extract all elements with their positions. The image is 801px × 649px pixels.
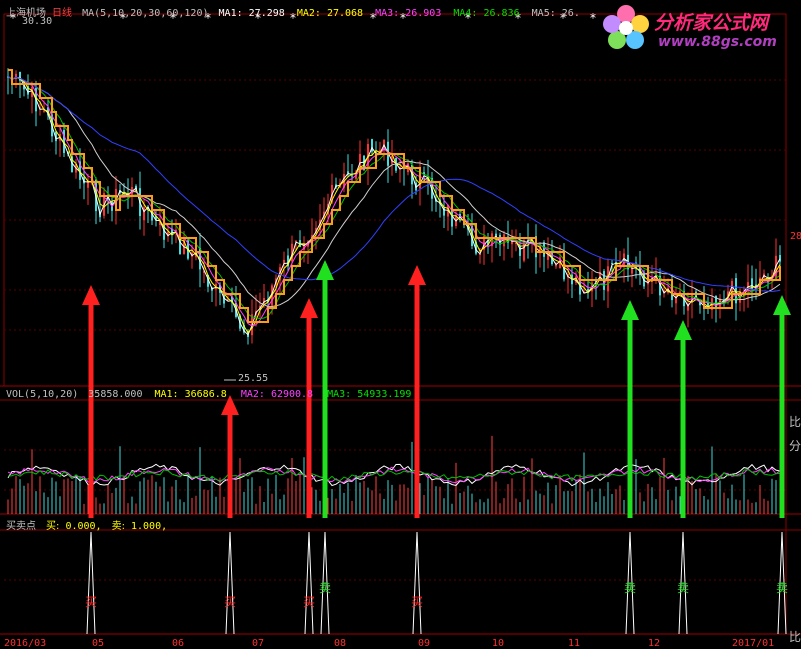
high-price-label: 30.30 [22, 16, 53, 27]
star-marker: * [590, 11, 596, 25]
watermark-url: www.88gs.com [658, 34, 777, 50]
signal-legend: 买卖点 买: 0.000, 卖: 1.000, [6, 517, 167, 532]
signal-sell-label: 卖: [111, 521, 125, 532]
ma5-value: 26. [561, 8, 580, 19]
buy-arrow-head [82, 285, 100, 305]
candle-body [347, 171, 349, 174]
buy-spike [225, 531, 235, 635]
sell-signal-label: 卖 [624, 581, 636, 595]
vol-ma1-name: MA1: [154, 389, 179, 400]
date-tick: 2016/03 [4, 638, 47, 649]
date-tick: 11 [568, 638, 581, 649]
buy-signal-label: 买 [303, 595, 315, 609]
period-label: 日线 [52, 8, 73, 19]
ma-label: MA(5,10,20,30,60,120) [82, 8, 209, 19]
vol-ma3-value: 54933.199 [357, 389, 412, 400]
ma4-name: MA4: [453, 8, 478, 19]
ma3-value: 26.903 [405, 8, 442, 19]
right-axis-label-2: 分 [789, 439, 801, 453]
buy-arrow-head [408, 265, 426, 285]
sell-signal-label: 卖 [776, 581, 788, 595]
date-tick: 06 [172, 638, 185, 649]
sell-signal-label: 卖 [677, 581, 689, 595]
candle-body [611, 262, 613, 264]
date-tick: 10 [492, 638, 505, 649]
right-edge-price-label: 28 [790, 231, 801, 242]
sell-arrow-head [773, 295, 791, 315]
candle-body [451, 209, 453, 227]
signal-buy-label: 买: [46, 521, 60, 532]
vol-label: VOL(5,10,20) [6, 389, 79, 400]
vol-ma3-name: MA3: [327, 389, 352, 400]
date-tick: 09 [418, 638, 431, 649]
low-price-label: 25.55 [238, 373, 269, 384]
price-legend: 上海机场 日线 MA(5,10,20,30,60,120) MA1: 27.29… [6, 4, 580, 19]
ma4-value: 26.836 [483, 8, 520, 19]
buy-arrow-head [300, 298, 318, 318]
watermark-site-name: 分析家公式网 [654, 12, 769, 34]
sell-arrow-head [621, 300, 639, 320]
buy-signal-label: 买 [85, 595, 97, 609]
candle-body [543, 242, 545, 257]
stock-chart[interactable]: * * * * * * * * * * * *买买买买卖卖卖卖 [0, 0, 801, 649]
ma2-value: 27.068 [326, 8, 364, 19]
candle-body [351, 175, 353, 177]
buy-spike [412, 531, 422, 635]
vol-ma2-value: 62900.8 [270, 389, 314, 400]
buy-signal-label: 买 [411, 595, 423, 609]
right-axis-label-1: 比 [789, 415, 801, 429]
ma1-value: 27.298 [248, 8, 285, 19]
signal-sell-value: 1.000, [131, 521, 168, 532]
sell-arrow-head [316, 260, 334, 280]
date-tick: 2017/01 [732, 638, 775, 649]
candle-body [43, 110, 45, 112]
ma2-name: MA2: [296, 8, 321, 19]
date-tick: 08 [334, 638, 347, 649]
signal-buy-value: 0.000, [65, 521, 102, 532]
volume-legend: VOL(5,10,20) 35858.000 MA1: 36686.8 MA2:… [6, 389, 411, 400]
signal-label: 买卖点 [6, 521, 36, 532]
date-tick: 07 [252, 638, 265, 649]
buy-signal-label: 买 [224, 595, 236, 609]
date-tick: 05 [92, 638, 105, 649]
buy-spike [304, 531, 314, 635]
ma5-name: MA5: [531, 8, 556, 19]
ma3-name: MA3: [375, 8, 400, 19]
candle-body [555, 265, 557, 267]
right-axis-label-3: 比 [789, 630, 801, 644]
buy-spike [86, 531, 96, 635]
vol-ma1-value: 36686.8 [184, 389, 227, 400]
sell-signal-label: 卖 [319, 581, 331, 595]
candle-body [283, 259, 285, 264]
watermark-logo: 分析家公式网 www.88gs.com [600, 2, 800, 56]
flower-logo-icon [603, 5, 649, 49]
vol-ma2-name: MA2: [240, 389, 265, 400]
vol-value: 35858.000 [88, 389, 143, 400]
ma1-name: MA1: [218, 8, 243, 19]
date-tick: 12 [648, 638, 661, 649]
